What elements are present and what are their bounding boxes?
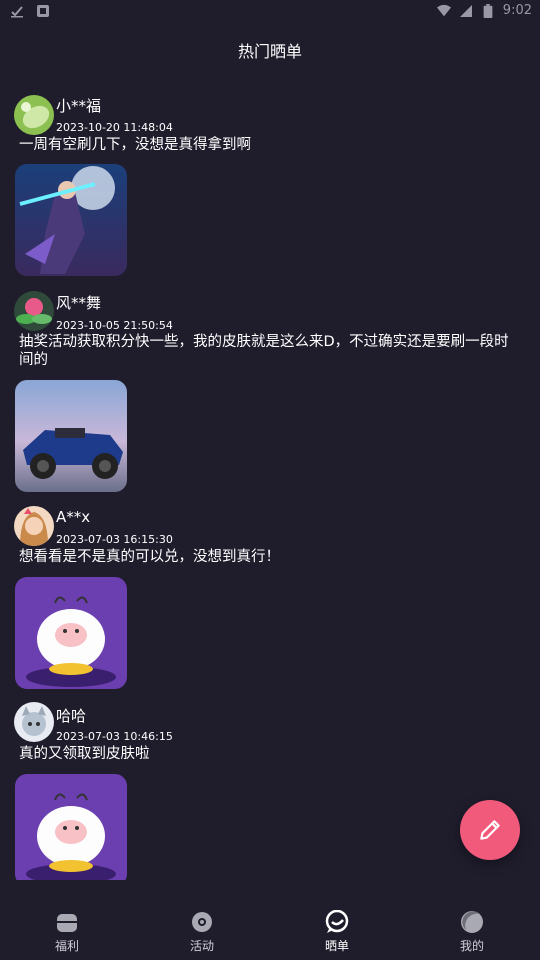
tab-mine[interactable]: 我的 <box>432 910 512 954</box>
post-time: 2023-10-20 11:48:04 <box>56 121 173 134</box>
tab-label: 我的 <box>459 939 484 953</box>
post-image[interactable] <box>15 380 127 492</box>
post-image[interactable] <box>15 774 127 880</box>
tab-welfare[interactable]: 福利 <box>27 910 107 954</box>
tab-showcase[interactable]: 晒单 <box>297 910 377 954</box>
compose-post-button[interactable] <box>460 800 520 860</box>
signal-icon <box>459 4 472 17</box>
tab-label: 活动 <box>189 939 214 953</box>
username: 风**舞 <box>56 294 102 312</box>
status-time: 9:02 <box>502 3 532 18</box>
showcase-feed[interactable]: 小**福 2023-10-20 11:48:04 一周有空刷几下，没想是真得拿到… <box>0 88 540 880</box>
profile-icon <box>461 911 483 933</box>
battery-icon <box>483 3 493 18</box>
post-time: 2023-07-03 16:15:30 <box>56 533 173 546</box>
tab-label: 晒单 <box>324 939 349 953</box>
post-image[interactable] <box>15 164 127 276</box>
post-text: 真的又领取到皮肤啦 <box>19 746 150 762</box>
tab-label: 福利 <box>54 939 79 953</box>
activity-icon <box>192 912 212 932</box>
gift-icon <box>57 914 77 932</box>
status-bar: 9:02 <box>0 0 540 24</box>
tab-activity[interactable]: 活动 <box>162 910 242 954</box>
avatar[interactable] <box>14 291 54 331</box>
avatar[interactable] <box>14 702 54 742</box>
username: 小**福 <box>56 97 102 115</box>
post-text: 抽奖活动获取积分快一些，我的皮肤就是这么来D，不过确实还是要刷一段时间的 <box>19 334 509 368</box>
post-image[interactable] <box>15 577 127 689</box>
username: 哈哈 <box>56 707 87 725</box>
avatar[interactable] <box>14 506 54 546</box>
bottom-tab-bar: 福利 活动 晒单 我的 <box>0 900 540 960</box>
post-time: 2023-07-03 10:46:15 <box>56 730 173 743</box>
post-text: 想看看是不是真的可以兑，没想到真行！ <box>19 549 280 565</box>
page-title: 热门晒单 <box>237 42 302 61</box>
post-text: 一周有空刷几下，没想是真得拿到啊 <box>19 137 251 153</box>
app-notification-icon <box>37 5 49 17</box>
chat-bubble-icon <box>325 910 349 933</box>
username: A**x <box>56 508 91 526</box>
edit-pencil-icon <box>480 820 500 840</box>
wifi-icon <box>436 4 451 16</box>
post-time: 2023-10-05 21:50:54 <box>56 319 173 332</box>
check-notification-icon <box>11 6 23 18</box>
avatar[interactable] <box>14 95 54 135</box>
